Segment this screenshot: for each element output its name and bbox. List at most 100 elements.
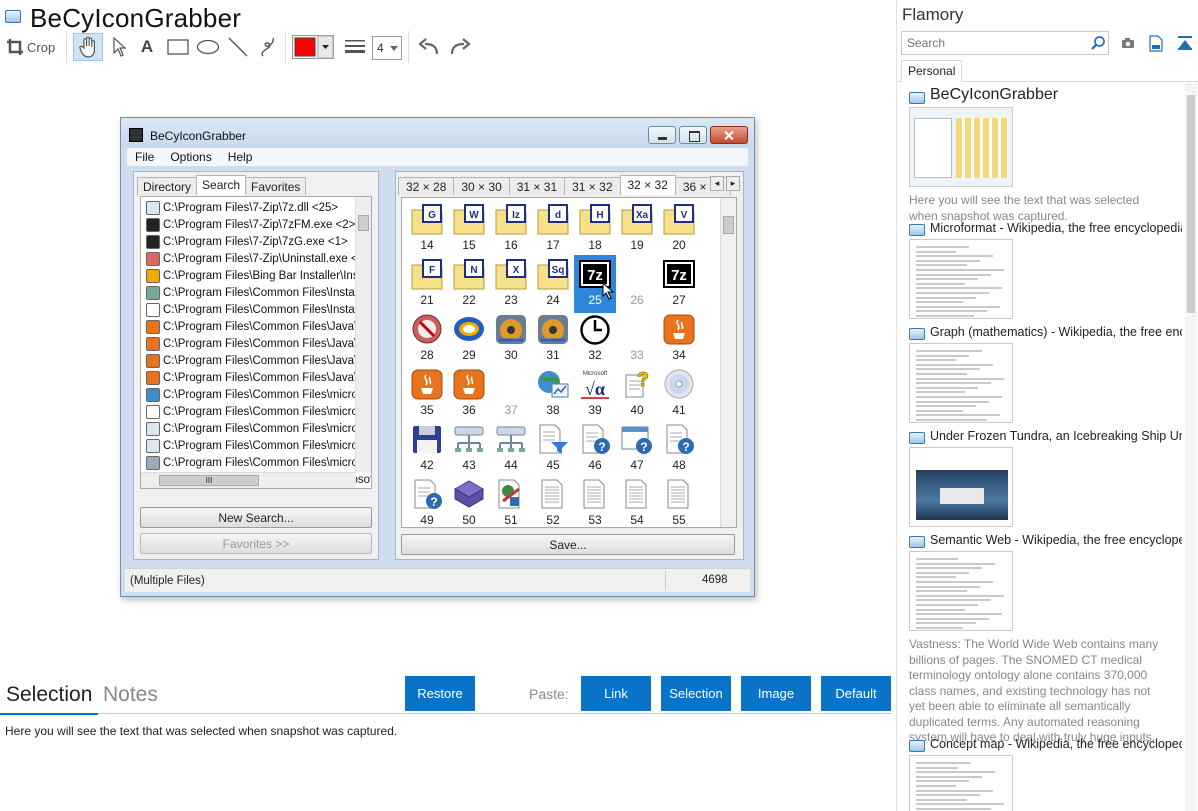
icon-cell[interactable]: Microsoft √α 39 (574, 365, 616, 423)
vertical-scrollbar[interactable] (355, 197, 371, 472)
color-picker[interactable] (292, 33, 334, 61)
icon-cell[interactable]: 38 (532, 365, 574, 423)
file-list-item[interactable]: C:\Program Files\7-Zip\7zFM.exe <2> (146, 216, 355, 233)
icon-cell[interactable]: 44 (490, 420, 532, 478)
icon-cell[interactable]: 51 (490, 475, 532, 527)
tab-notes[interactable]: Notes (103, 683, 158, 707)
paste-selection-button[interactable]: Selection (661, 676, 731, 711)
icon-cell[interactable]: 35 (406, 365, 448, 423)
icon-cell[interactable]: N 22 (448, 255, 490, 313)
close-button[interactable] (710, 126, 748, 144)
icon-grid[interactable]: 55 54 53 52 51 50? 49? 48? 47? 46 45 44 43 42 41? 40 Mic… (401, 197, 737, 528)
scroll-thumb[interactable]: III (159, 475, 259, 486)
freehand-tool-button[interactable] (254, 33, 282, 61)
redo-button[interactable] (446, 33, 474, 61)
icon-cell[interactable]: 33 (616, 310, 658, 368)
page-icon[interactable] (1149, 35, 1163, 52)
file-list-item[interactable]: C:\Program Files\Common Files\microsof (146, 386, 371, 403)
file-list-item[interactable]: C:\Program Files\Common Files\microsof (146, 420, 371, 437)
snapshot-thumbnail[interactable] (909, 551, 1013, 631)
icon-cell[interactable]: G 14 (406, 200, 448, 258)
horizontal-scrollbar[interactable]: III (141, 472, 356, 488)
icon-cell[interactable]: 29 (448, 310, 490, 368)
paste-link-button[interactable]: Link (581, 676, 651, 711)
file-list-item[interactable]: C:\Program Files\Common Files\Java\Ja (146, 369, 369, 386)
icon-cell[interactable]: 45 (532, 420, 574, 478)
file-list[interactable]: C:\Program Files\Common Files\microsof C:… (140, 196, 372, 489)
snapshot-thumbnail[interactable] (909, 447, 1013, 527)
menu-help[interactable]: Help (220, 148, 261, 166)
tab-scroll-left-button[interactable]: ◂ (710, 176, 724, 191)
icon-cell[interactable]: 50 (448, 475, 490, 527)
tab-personal[interactable]: Personal (901, 60, 963, 82)
tab-size[interactable]: 31 × 32 (564, 177, 621, 195)
icon-cell[interactable]: 30 (490, 310, 532, 368)
ellipse-tool-button[interactable] (194, 33, 222, 61)
paste-default-button[interactable]: Default (821, 676, 891, 711)
icon-cell[interactable]: 36 (448, 365, 490, 423)
icon-cell[interactable]: 42 (406, 420, 448, 478)
file-list-item[interactable]: C:\Program Files\Common Files\InstallSh (146, 301, 371, 318)
file-list-item[interactable]: C:\Program Files\Common Files\microsof (146, 403, 371, 420)
file-list-item[interactable]: C:\Program Files\Common Files\Java\Ja (146, 318, 369, 335)
tab-directory[interactable]: Directory (137, 177, 198, 195)
icon-cell[interactable]: 37 (490, 365, 532, 423)
snapshot-image[interactable]: BeCyIconGrabber File Options Help Direct… (120, 117, 755, 597)
paste-image-button[interactable]: Image (741, 676, 811, 711)
file-list-item[interactable]: C:\Program Files\Common Files\Java\Ja (146, 352, 369, 369)
icon-cell[interactable]: 28 (406, 310, 448, 368)
maximize-button[interactable] (679, 126, 707, 144)
file-list-item[interactable]: C:\Program Files\7-Zip\7z.dll <25> (146, 199, 338, 216)
icon-cell[interactable]: F 21 (406, 255, 448, 313)
file-list-item[interactable]: C:\Program Files\Common Files\microsof (146, 454, 371, 471)
icon-cell[interactable]: d 17 (532, 200, 574, 258)
icon-cell[interactable]: Xa 19 (616, 200, 658, 258)
tab-search[interactable]: Search (196, 175, 247, 195)
file-list-item[interactable]: C:\Program Files\Common Files\Java\Ja (146, 335, 369, 352)
icon-cell[interactable]: Iz 16 (490, 200, 532, 258)
icon-cell[interactable]: ? 46 (574, 420, 616, 478)
search-icon[interactable] (1090, 35, 1106, 51)
icon-cell[interactable]: 31 (532, 310, 574, 368)
undo-button[interactable] (416, 33, 442, 61)
icon-cell[interactable]: 26 (616, 255, 658, 313)
file-list-item[interactable]: C:\Program Files\Common Files\microsof (146, 437, 371, 454)
tab-size[interactable]: 30 × 30 (453, 177, 510, 195)
icon-cell[interactable]: 43 (448, 420, 490, 478)
select-arrow-button[interactable] (106, 33, 132, 61)
search-input[interactable] (902, 32, 1082, 54)
icon-cell[interactable]: 34 (658, 310, 700, 368)
snapshot-thumbnail[interactable] (909, 755, 1013, 811)
snapshot-thumbnail[interactable] (909, 343, 1013, 423)
icon-cell[interactable]: 54 (616, 475, 658, 527)
icon-cell[interactable]: ? 49 (406, 475, 448, 527)
file-list-item[interactable]: C:\Program Files\Common Files\InstallSh (146, 284, 371, 301)
snapshot-thumbnail[interactable] (909, 107, 1013, 187)
add-favorites-button[interactable]: Favorites >> (140, 533, 372, 554)
icon-cell[interactable]: X 23 (490, 255, 532, 313)
tab-favorites[interactable]: Favorites (245, 177, 307, 195)
collapse-panel-icon[interactable] (1177, 35, 1193, 51)
file-list-item[interactable]: C:\Program Files\7-Zip\7zG.exe <1> (146, 233, 348, 250)
minimize-button[interactable] (648, 126, 676, 144)
snapshot-thumbnail[interactable] (909, 239, 1013, 319)
file-list-item[interactable]: C:\Program Files\Bing Bar Installer\Inst… (146, 267, 371, 284)
crop-button[interactable]: Crop (6, 33, 60, 61)
new-search-button[interactable]: New Search... (140, 507, 372, 528)
icon-cell[interactable]: 53 (574, 475, 616, 527)
menu-file[interactable]: File (127, 148, 162, 166)
vertical-scrollbar[interactable] (720, 198, 736, 527)
icon-cell[interactable]: 52 (532, 475, 574, 527)
scroll-thumb[interactable] (358, 215, 369, 231)
icon-cell[interactable]: 7z 27 (658, 255, 700, 313)
tab-size[interactable]: 32 × 28 (398, 177, 455, 195)
tab-selection[interactable]: Selection (0, 683, 99, 715)
icon-cell[interactable]: W 15 (448, 200, 490, 258)
camera-icon[interactable] (1121, 37, 1135, 49)
line-width-select[interactable]: 4 (372, 36, 402, 60)
menu-options[interactable]: Options (162, 148, 219, 166)
save-button[interactable]: Save... (401, 534, 735, 555)
rectangle-tool-button[interactable] (164, 33, 192, 61)
file-list-item[interactable]: C:\Program Files\7-Zip\Uninstall.exe <1> (146, 250, 371, 267)
restore-button[interactable]: Restore (405, 676, 475, 711)
